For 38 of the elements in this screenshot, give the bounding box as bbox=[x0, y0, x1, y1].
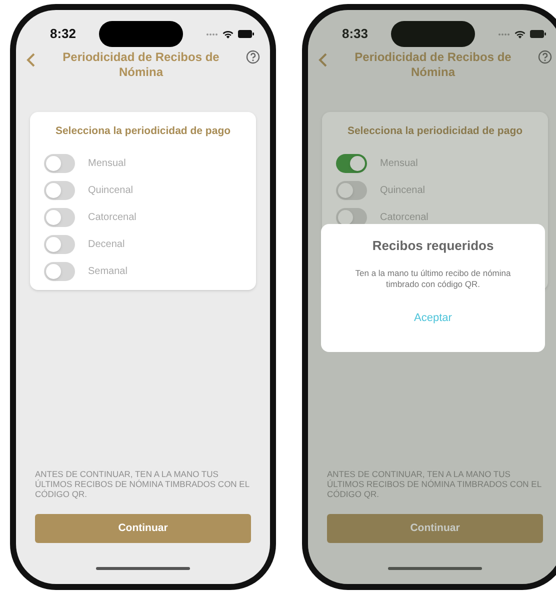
toggle-switch[interactable] bbox=[44, 262, 75, 281]
option-label: Mensual bbox=[88, 156, 126, 171]
page-title: Periodicidad de Recibos de Nómina bbox=[62, 50, 220, 80]
toggle-switch[interactable] bbox=[44, 154, 75, 173]
toggle-switch[interactable] bbox=[44, 180, 75, 200]
page-title: Periodicidad de Recibos de Nómina bbox=[354, 50, 512, 80]
card-title: Selecciona la periodicidad de pago bbox=[346, 124, 524, 139]
option-label: Catorcenal bbox=[380, 210, 428, 225]
back-icon[interactable] bbox=[26, 53, 36, 67]
help-icon[interactable] bbox=[246, 50, 260, 64]
continue-button[interactable]: Continuar bbox=[327, 514, 543, 543]
dialog-title: Recibos requeridos bbox=[372, 237, 494, 255]
option-label: Decenal bbox=[88, 238, 125, 252]
notice-text: ANTES DE CONTINUAR, TEN A LA MANO TUS ÚLTIMOS RECIBOS DE NÓMINA TIMBRADOS CON EL CÓDIGO QR. bbox=[326, 469, 542, 499]
status-time: 8:33 bbox=[342, 25, 368, 44]
option-label: Mensual bbox=[380, 156, 418, 171]
card-title: Selecciona la periodicidad de pago bbox=[54, 124, 232, 139]
wifi-icon bbox=[222, 30, 234, 38]
option-label: Semanal bbox=[88, 264, 128, 279]
option-label: Quincenal bbox=[380, 184, 426, 198]
toggle-switch[interactable] bbox=[336, 180, 367, 200]
help-icon[interactable] bbox=[538, 50, 552, 64]
accept-button[interactable]: Aceptar bbox=[414, 310, 452, 326]
option-label: Quincenal bbox=[88, 184, 134, 198]
notice-text: ANTES DE CONTINUAR, TEN A LA MANO TUS ÚLTIMOS RECIBOS DE NÓMINA TIMBRADOS CON EL CÓDIGO QR. bbox=[34, 469, 250, 499]
toggle-switch[interactable] bbox=[44, 208, 75, 227]
wifi-icon bbox=[514, 30, 526, 38]
toggle-switch[interactable] bbox=[44, 234, 75, 254]
dialog-message: Ten a la mano tu último recibo de nómina timbrado con código QR. bbox=[354, 268, 512, 290]
option-label: Catorcenal bbox=[88, 210, 136, 225]
signal-dots-icon bbox=[498, 32, 510, 36]
toggle-switch[interactable] bbox=[336, 154, 367, 173]
status-time: 8:32 bbox=[50, 25, 76, 44]
battery-icon bbox=[238, 30, 254, 38]
continue-button[interactable]: Continuar bbox=[35, 514, 251, 543]
back-icon[interactable] bbox=[318, 53, 328, 67]
battery-icon bbox=[530, 30, 546, 38]
signal-dots-icon bbox=[206, 32, 218, 36]
